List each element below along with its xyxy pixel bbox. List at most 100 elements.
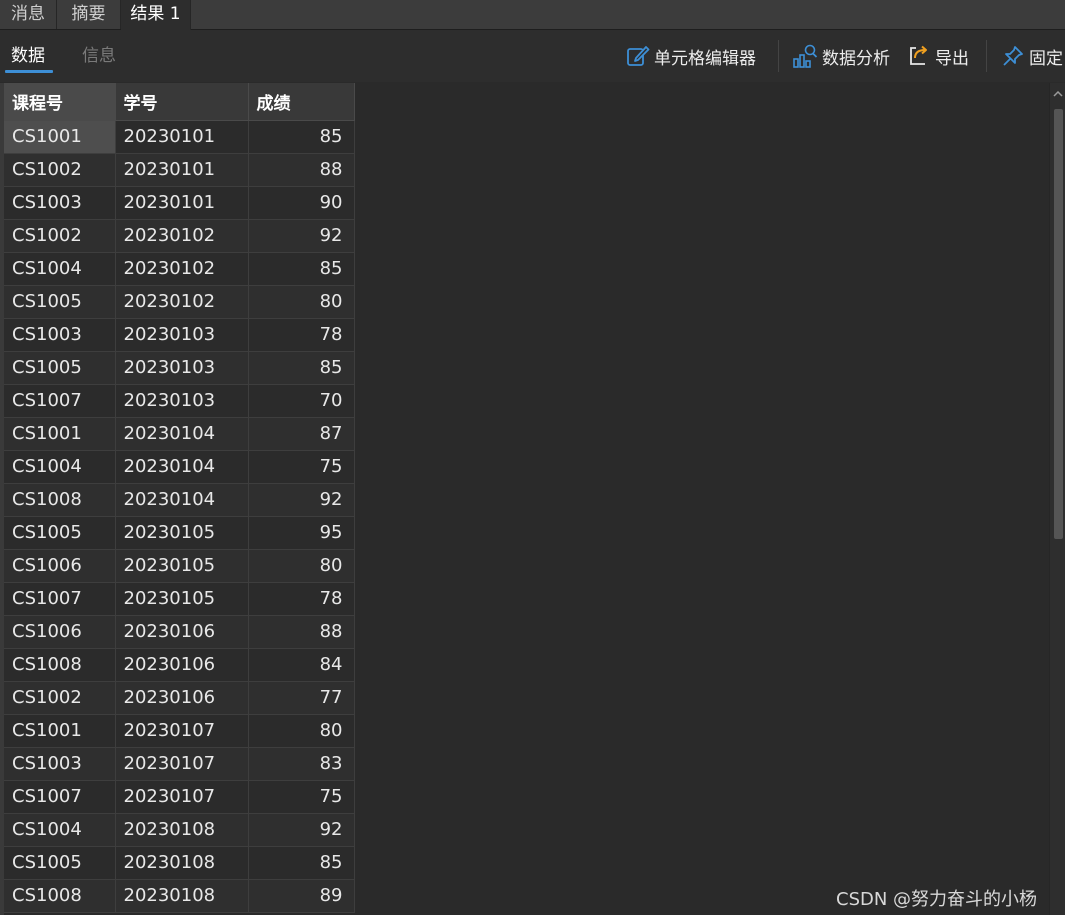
scrollbar-thumb[interactable]	[1054, 109, 1063, 539]
cell-editor-button[interactable]: 单元格编辑器	[626, 43, 756, 69]
cell-student-id[interactable]: 20230106	[115, 615, 249, 649]
cell-student-id[interactable]: 20230105	[115, 516, 249, 550]
cell-course-id[interactable]: CS1005	[4, 285, 116, 319]
cell-student-id[interactable]: 20230107	[115, 780, 249, 814]
cell-score[interactable]: 92	[248, 483, 355, 517]
table-row[interactable]: CS1001 20230101 85	[4, 120, 355, 154]
cell-student-id[interactable]: 20230101	[115, 153, 249, 187]
cell-student-id[interactable]: 20230105	[115, 582, 249, 616]
pin-button[interactable]: 固定	[1001, 43, 1063, 69]
cell-score[interactable]: 85	[248, 351, 355, 385]
cell-score[interactable]: 95	[248, 516, 355, 550]
table-row[interactable]: CS1003 20230107 83	[4, 747, 355, 781]
cell-course-id[interactable]: CS1008	[4, 648, 116, 682]
table-row[interactable]: CS1005 20230102 80	[4, 285, 355, 319]
cell-student-id[interactable]: 20230108	[115, 846, 249, 880]
cell-course-id[interactable]: CS1004	[4, 813, 116, 847]
cell-course-id[interactable]: CS1001	[4, 120, 116, 154]
cell-student-id[interactable]: 20230108	[115, 813, 249, 847]
table-row[interactable]: CS1001 20230104 87	[4, 417, 355, 451]
cell-course-id[interactable]: CS1002	[4, 153, 116, 187]
cell-student-id[interactable]: 20230107	[115, 747, 249, 781]
cell-score[interactable]: 88	[248, 615, 355, 649]
cell-course-id[interactable]: CS1004	[4, 252, 116, 286]
vertical-scrollbar[interactable]	[1049, 83, 1065, 915]
cell-student-id[interactable]: 20230104	[115, 417, 249, 451]
cell-score[interactable]: 85	[248, 252, 355, 286]
scroll-up-arrow-icon[interactable]	[1050, 83, 1065, 105]
cell-score[interactable]: 78	[248, 582, 355, 616]
table-row[interactable]: CS1005 20230103 85	[4, 351, 355, 385]
tab-messages[interactable]: 消息	[0, 0, 57, 29]
cell-course-id[interactable]: CS1005	[4, 846, 116, 880]
tab-result-1[interactable]: 结果 1	[121, 0, 191, 30]
cell-course-id[interactable]: CS1008	[4, 879, 116, 913]
cell-student-id[interactable]: 20230104	[115, 450, 249, 484]
subtab-info[interactable]: 信息	[82, 44, 116, 68]
subtab-data[interactable]: 数据	[11, 44, 45, 68]
cell-score[interactable]: 90	[248, 186, 355, 220]
table-row[interactable]: CS1008 20230104 92	[4, 483, 355, 517]
cell-score[interactable]: 80	[248, 285, 355, 319]
tab-summary[interactable]: 摘要	[57, 0, 121, 29]
cell-score[interactable]: 85	[248, 120, 355, 154]
table-row[interactable]: CS1005 20230108 85	[4, 846, 355, 880]
cell-score[interactable]: 88	[248, 153, 355, 187]
cell-score[interactable]: 75	[248, 450, 355, 484]
cell-student-id[interactable]: 20230103	[115, 351, 249, 385]
table-row[interactable]: CS1002 20230102 92	[4, 219, 355, 253]
cell-course-id[interactable]: CS1007	[4, 384, 116, 418]
cell-student-id[interactable]: 20230106	[115, 681, 249, 715]
cell-student-id[interactable]: 20230101	[115, 120, 249, 154]
cell-course-id[interactable]: CS1003	[4, 318, 116, 352]
cell-score[interactable]: 87	[248, 417, 355, 451]
cell-score[interactable]: 80	[248, 549, 355, 583]
cell-course-id[interactable]: CS1005	[4, 516, 116, 550]
table-row[interactable]: CS1004 20230108 92	[4, 813, 355, 847]
column-header-course-id[interactable]: 课程号	[4, 83, 116, 121]
table-row[interactable]: CS1008 20230106 84	[4, 648, 355, 682]
cell-score[interactable]: 77	[248, 681, 355, 715]
table-row[interactable]: CS1002 20230106 77	[4, 681, 355, 715]
cell-score[interactable]: 70	[248, 384, 355, 418]
table-row[interactable]: CS1007 20230107 75	[4, 780, 355, 814]
cell-course-id[interactable]: CS1006	[4, 549, 116, 583]
cell-score[interactable]: 85	[248, 846, 355, 880]
cell-student-id[interactable]: 20230107	[115, 714, 249, 748]
cell-score[interactable]: 84	[248, 648, 355, 682]
cell-course-id[interactable]: CS1001	[4, 714, 116, 748]
cell-score[interactable]: 75	[248, 780, 355, 814]
cell-student-id[interactable]: 20230104	[115, 483, 249, 517]
cell-course-id[interactable]: CS1007	[4, 582, 116, 616]
cell-course-id[interactable]: CS1008	[4, 483, 116, 517]
cell-score[interactable]: 78	[248, 318, 355, 352]
table-row[interactable]: CS1008 20230108 89	[4, 879, 355, 913]
cell-course-id[interactable]: CS1002	[4, 681, 116, 715]
cell-score[interactable]: 83	[248, 747, 355, 781]
table-row[interactable]: CS1005 20230105 95	[4, 516, 355, 550]
table-row[interactable]: CS1001 20230107 80	[4, 714, 355, 748]
cell-score[interactable]: 89	[248, 879, 355, 913]
cell-student-id[interactable]: 20230103	[115, 318, 249, 352]
table-row[interactable]: CS1006 20230105 80	[4, 549, 355, 583]
cell-score[interactable]: 92	[248, 813, 355, 847]
table-row[interactable]: CS1002 20230101 88	[4, 153, 355, 187]
cell-score[interactable]: 80	[248, 714, 355, 748]
export-button[interactable]: 导出	[907, 43, 969, 69]
data-analysis-button[interactable]: 数据分析	[792, 43, 890, 69]
cell-course-id[interactable]: CS1007	[4, 780, 116, 814]
table-row[interactable]: CS1004 20230102 85	[4, 252, 355, 286]
cell-score[interactable]: 92	[248, 219, 355, 253]
column-header-student-id[interactable]: 学号	[115, 83, 249, 121]
cell-course-id[interactable]: CS1002	[4, 219, 116, 253]
cell-course-id[interactable]: CS1005	[4, 351, 116, 385]
cell-student-id[interactable]: 20230106	[115, 648, 249, 682]
cell-student-id[interactable]: 20230108	[115, 879, 249, 913]
cell-course-id[interactable]: CS1001	[4, 417, 116, 451]
cell-course-id[interactable]: CS1004	[4, 450, 116, 484]
cell-course-id[interactable]: CS1006	[4, 615, 116, 649]
table-row[interactable]: CS1007 20230105 78	[4, 582, 355, 616]
table-row[interactable]: CS1003 20230101 90	[4, 186, 355, 220]
column-header-score[interactable]: 成绩	[248, 83, 355, 121]
cell-student-id[interactable]: 20230101	[115, 186, 249, 220]
